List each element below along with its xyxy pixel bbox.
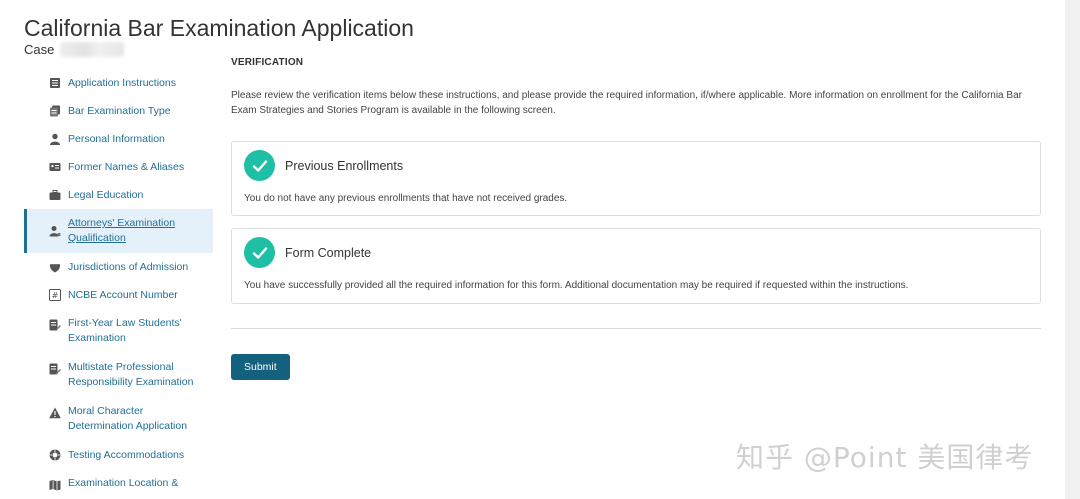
- sidebar-item-testing-accommodations[interactable]: Testing Accommodations: [24, 441, 213, 469]
- main-content: VERIFICATION Please review the verificat…: [231, 57, 1041, 380]
- hash-icon: #: [48, 288, 62, 302]
- sidebar-item-label: First-Year Law Students' Examination: [68, 317, 182, 344]
- sidebar-item-label: Personal Information: [68, 133, 165, 145]
- sidebar-item-label: Moral Character Determination Applicatio…: [68, 405, 188, 432]
- sidebar-item-label: Former Names & Aliases: [68, 161, 185, 173]
- verification-card-form-complete: Form Complete You have successfully prov…: [231, 228, 1041, 304]
- sidebar-item-personal-information[interactable]: Personal Information: [24, 125, 213, 153]
- list-icon: [48, 76, 62, 90]
- scrollbar[interactable]: [1065, 0, 1080, 499]
- check-circle-icon: [244, 237, 275, 268]
- edit-document-icon: [48, 362, 62, 376]
- sidebar-item-legal-education[interactable]: Legal Education: [24, 181, 213, 209]
- case-number-redacted: [60, 42, 125, 57]
- sidebar-item-first-year-law-students[interactable]: First-Year Law Students' Examination: [24, 309, 213, 353]
- sidebar-item-examination-location[interactable]: Examination Location &: [24, 469, 213, 498]
- attorney-icon: [48, 224, 62, 238]
- card-title: Form Complete: [285, 245, 372, 260]
- documents-icon: [48, 104, 62, 118]
- sidebar-item-former-names[interactable]: Former Names & Aliases: [24, 153, 213, 181]
- sidebar-item-ncbe-account[interactable]: # NCBE Account Number: [24, 281, 213, 309]
- id-card-icon: [48, 160, 62, 174]
- briefcase-icon: [48, 188, 62, 202]
- sidebar-item-label: Multistate Professional Responsibility E…: [68, 361, 194, 388]
- sidebar-item-label: Bar Examination Type: [68, 105, 171, 117]
- sidebar-item-label: Legal Education: [68, 189, 144, 201]
- sidebar-item-moral-character[interactable]: Moral Character Determination Applicatio…: [24, 397, 213, 441]
- person-icon: [48, 132, 62, 146]
- section-title: VERIFICATION: [231, 57, 304, 68]
- sidebar-item-label: Application Instructions: [68, 77, 176, 89]
- watermark: 知乎 @Point 美国律考: [736, 441, 1034, 474]
- sidebar-item-label: Attorneys' Examination Qualification: [68, 217, 176, 244]
- intro-text: Please review the verification items bel…: [231, 90, 1022, 116]
- verification-card-previous-enrollments: Previous Enrollments You do not have any…: [231, 141, 1041, 216]
- edit-document-icon: [48, 318, 62, 332]
- sidebar-item-label: NCBE Account Number: [68, 289, 178, 301]
- warning-icon: [48, 406, 62, 420]
- sidebar-item-label: Examination Location &: [68, 477, 179, 489]
- case-label: Case: [24, 42, 55, 57]
- sidebar-item-application-instructions[interactable]: Application Instructions: [24, 69, 213, 97]
- case-line: Case: [24, 42, 125, 57]
- divider: [231, 328, 1041, 329]
- sidebar-item-jurisdictions[interactable]: Jurisdictions of Admission: [24, 253, 213, 281]
- submit-button[interactable]: Submit: [231, 354, 290, 380]
- sidebar-item-mpre[interactable]: Multistate Professional Responsibility E…: [24, 353, 213, 397]
- sidebar-item-bar-examination-type[interactable]: Bar Examination Type: [24, 97, 213, 125]
- card-title: Previous Enrollments: [285, 158, 404, 173]
- lifebuoy-icon: [48, 448, 62, 462]
- sidebar-item-label: Testing Accommodations: [68, 449, 185, 461]
- svg-text:#: #: [52, 291, 59, 300]
- card-text: You have successfully provided all the r…: [244, 280, 909, 291]
- badge-icon: [48, 260, 62, 274]
- sidebar-nav: Application Instructions Bar Examination…: [24, 69, 213, 498]
- map-icon: [48, 478, 62, 492]
- card-text: You do not have any previous enrollments…: [244, 193, 568, 204]
- page-title: California Bar Examination Application: [24, 15, 414, 41]
- sidebar-item-label: Jurisdictions of Admission: [68, 261, 189, 273]
- sidebar-item-attorneys-examination[interactable]: Attorneys' Examination Qualification: [24, 209, 213, 253]
- check-circle-icon: [244, 150, 275, 181]
